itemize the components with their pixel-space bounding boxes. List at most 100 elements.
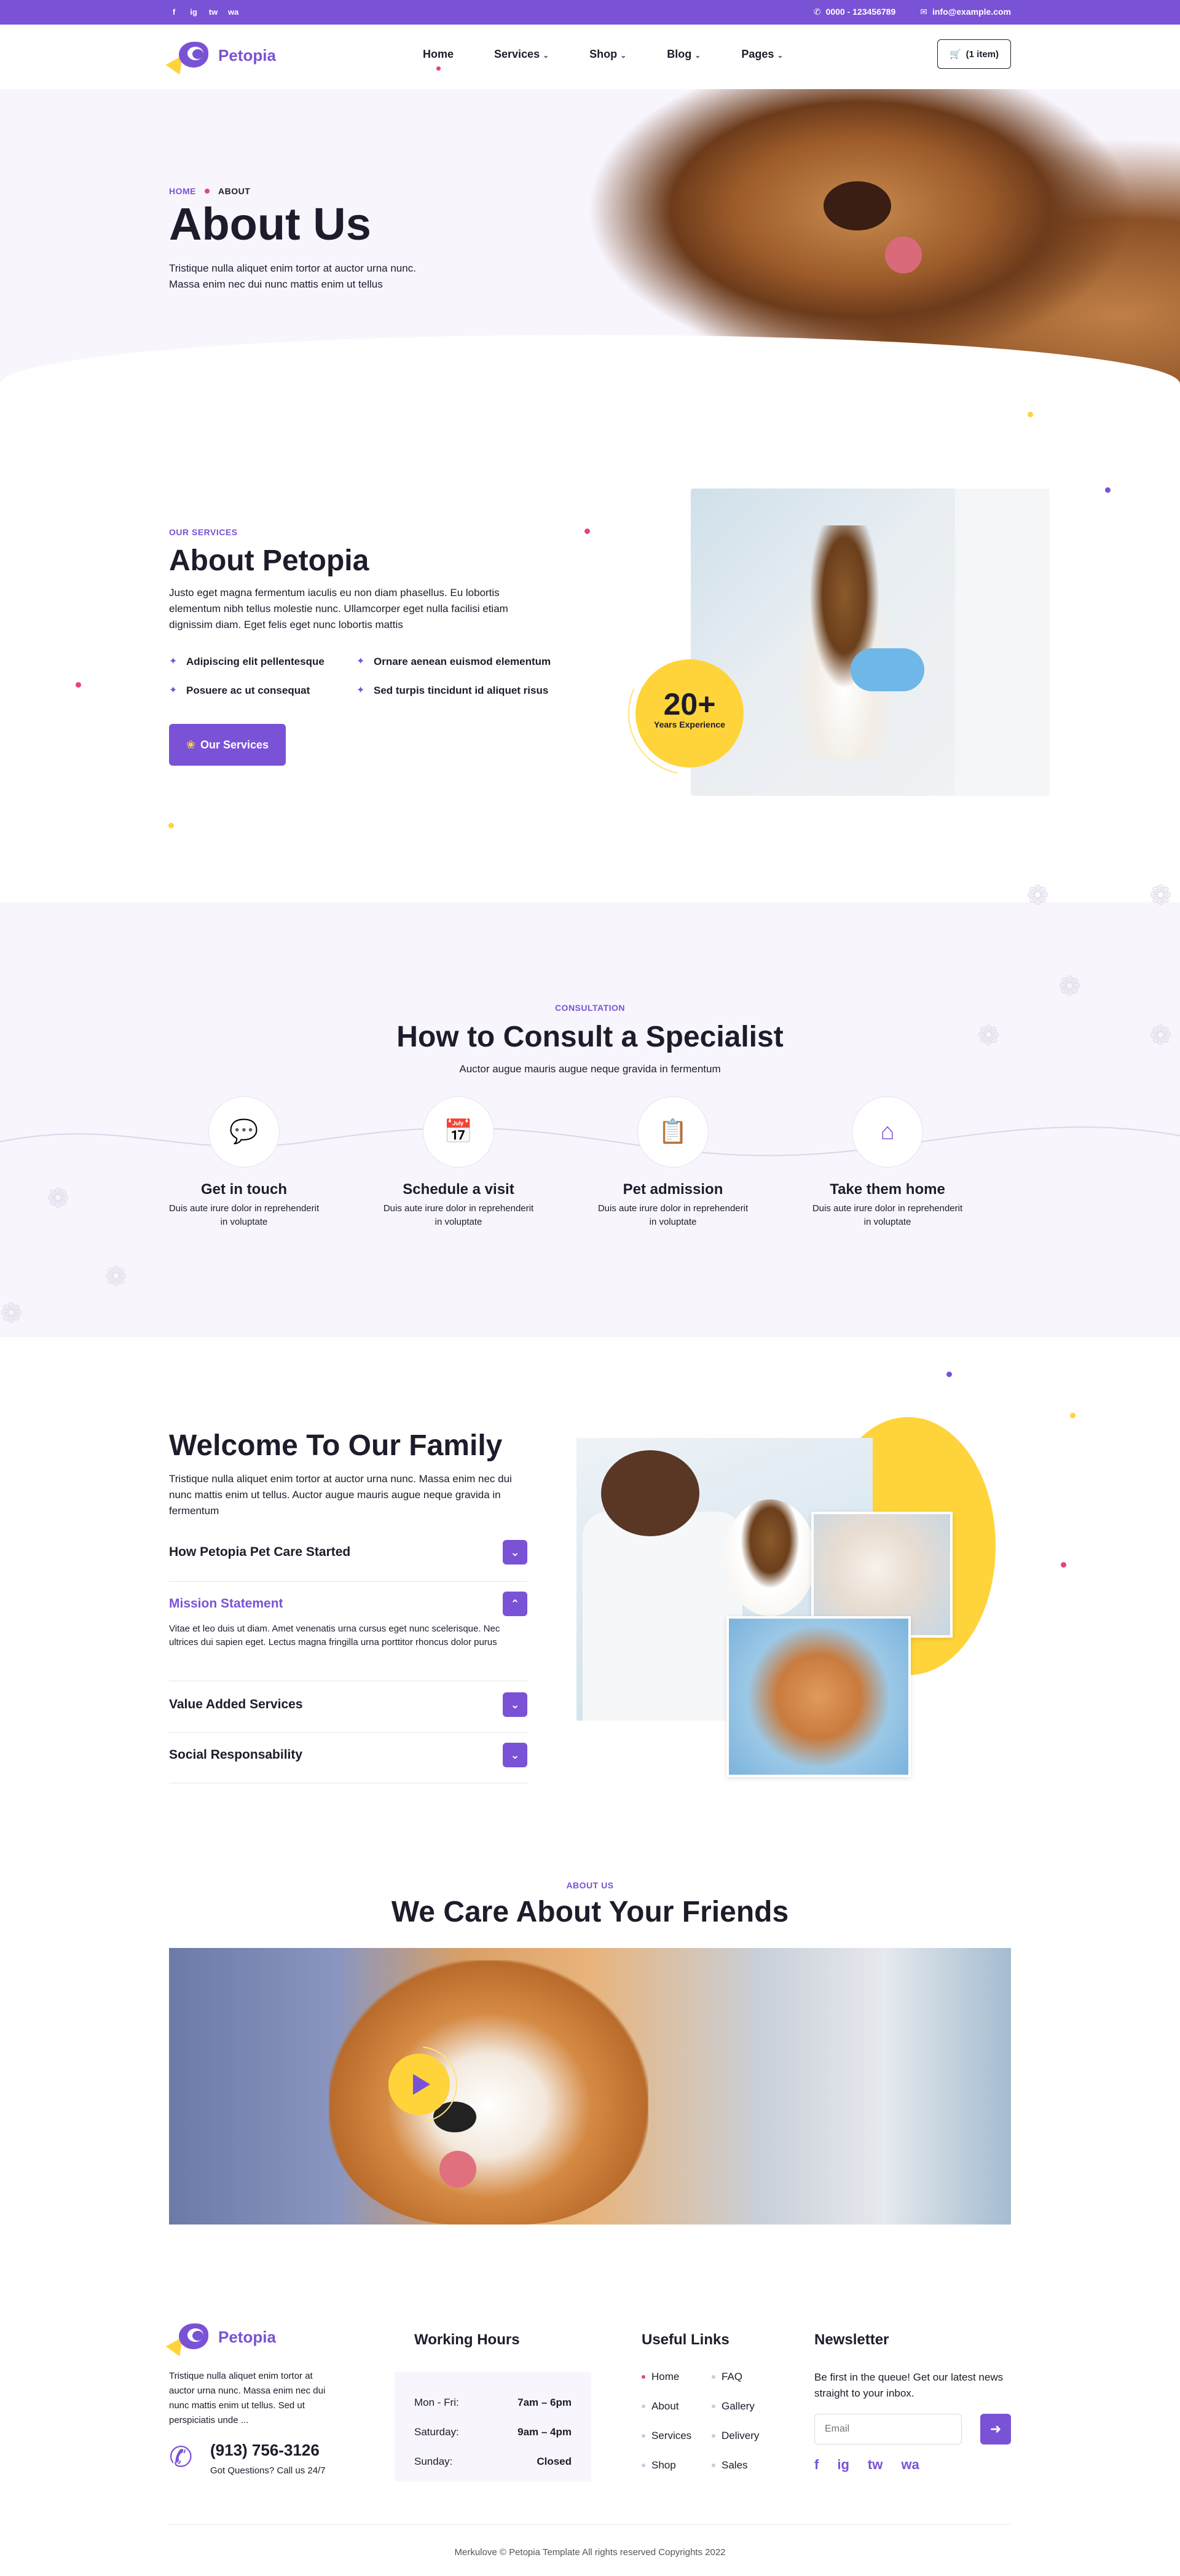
accordion-title: How Petopia Pet Care Started xyxy=(169,1545,351,1559)
play-icon xyxy=(413,2074,430,2095)
hours-time: 7am – 6pm xyxy=(517,2397,572,2408)
accordion-item[interactable]: Value Added Services ⌄ xyxy=(169,1692,527,1733)
footer-link-faq[interactable]: FAQ xyxy=(712,2371,742,2383)
topbar-email[interactable]: ✉ info@example.com xyxy=(920,7,1011,17)
bullet-dot xyxy=(712,2375,715,2379)
step-title: Pet admission xyxy=(623,1181,723,1198)
top-bar: f ig tw wa ✆ 0000 - 123456789 ✉ info@examp… xyxy=(0,0,1180,25)
instagram-icon[interactable]: ig xyxy=(837,2457,849,2473)
calendar-check-icon: 📅 xyxy=(423,1096,494,1168)
nav-pages-label: Pages xyxy=(741,48,774,60)
mail-icon: ✉ xyxy=(920,7,927,17)
paw-icon: ❁ xyxy=(1058,972,1081,1002)
footer-logo[interactable]: Petopia xyxy=(165,2320,276,2357)
video-thumbnail[interactable] xyxy=(169,1948,1011,2225)
our-services-button[interactable]: ❀ Our Services xyxy=(169,724,286,766)
facebook-icon[interactable]: f xyxy=(814,2457,819,2473)
step-text: Duis aute irure dolor in reprehenderit i… xyxy=(168,1203,320,1227)
bullet-dot xyxy=(642,2464,645,2467)
feature-label: Adipiscing elit pellentesque xyxy=(186,656,324,667)
footer-phone[interactable]: (913) 756-3126 xyxy=(210,2441,320,2460)
step-text: Duis aute irure dolor in reprehenderit i… xyxy=(812,1203,963,1227)
nav-pages[interactable]: Pages ⌄ xyxy=(741,48,783,61)
chevron-down-icon[interactable]: ⌄ xyxy=(503,1743,527,1767)
decor-dot xyxy=(1070,1413,1076,1418)
chevron-down-icon[interactable]: ⌄ xyxy=(503,1692,527,1717)
decor-dot xyxy=(168,823,174,828)
chevron-up-icon[interactable]: ⌃ xyxy=(503,1592,527,1616)
section-title: About Petopia xyxy=(169,544,369,577)
clipboard-icon: 📋 xyxy=(637,1096,709,1168)
feature-label: Sed turpis tincidunt id aliquet risus xyxy=(374,685,549,696)
chevron-down-icon: ⌄ xyxy=(543,51,549,60)
nav-services[interactable]: Services ⌄ xyxy=(494,48,549,61)
cart-label: (1 item) xyxy=(966,49,999,60)
section-tag: ABOUT US xyxy=(566,1880,614,1890)
footer-link-gallery[interactable]: Gallery xyxy=(712,2400,755,2413)
bone-icon: ✦ xyxy=(169,685,178,696)
cart-button[interactable]: 🛒 (1 item) xyxy=(937,39,1011,69)
footer-link-label: Shop xyxy=(651,2459,676,2471)
hours-row: Mon - Fri: 7am – 6pm xyxy=(414,2397,572,2409)
bone-icon: ✦ xyxy=(356,656,365,667)
play-button[interactable] xyxy=(388,2054,450,2115)
feature-label: Posuere ac ut consequat xyxy=(186,685,310,696)
nav-shop[interactable]: Shop ⌄ xyxy=(589,48,626,61)
experience-number: 20+ xyxy=(663,687,716,721)
whatsapp-icon[interactable]: wa xyxy=(901,2457,919,2473)
accordion-item[interactable]: Mission Statement ⌃ Vitae et leo duis ut … xyxy=(169,1592,527,1681)
footer-link-sales[interactable]: Sales xyxy=(712,2459,748,2472)
experience-badge: 20+ Years Experience xyxy=(635,659,744,768)
twitter-icon[interactable]: tw xyxy=(208,7,218,17)
vet-beagle-image xyxy=(691,489,1050,796)
hours-time: Closed xyxy=(537,2456,572,2467)
accordion-item[interactable]: How Petopia Pet Care Started ⌄ xyxy=(169,1540,527,1582)
topbar-phone[interactable]: ✆ 0000 - 123456789 xyxy=(814,7,895,17)
chevron-down-icon[interactable]: ⌄ xyxy=(503,1540,527,1565)
facebook-icon[interactable]: f xyxy=(169,7,179,17)
feature-label: Ornare aenean euismod elementum xyxy=(374,656,551,667)
topbar-contact: ✆ 0000 - 123456789 ✉ info@example.com xyxy=(814,7,1011,17)
hours-day: Sunday: xyxy=(414,2456,453,2467)
footer-link-shop[interactable]: Shop xyxy=(642,2459,676,2472)
footer-link-about[interactable]: About xyxy=(642,2400,678,2413)
logo-text: Petopia xyxy=(218,2327,276,2346)
footer-link-home[interactable]: Home xyxy=(642,2371,679,2383)
bullet-dot xyxy=(712,2464,715,2467)
newsletter-email-input[interactable] xyxy=(814,2414,962,2444)
whatsapp-icon[interactable]: wa xyxy=(228,7,238,17)
step-text: Duis aute irure dolor in reprehenderit i… xyxy=(597,1203,749,1227)
nav-home[interactable]: Home xyxy=(423,48,454,71)
footer-link-services[interactable]: Services xyxy=(642,2430,691,2442)
decor-dot xyxy=(946,1372,952,1377)
site-header: Petopia Home Services ⌄ Shop ⌄ Blog ⌄ Pa… xyxy=(0,25,1180,89)
logo[interactable]: Petopia xyxy=(165,38,276,75)
chevron-down-icon: ⌄ xyxy=(777,51,784,60)
instagram-icon[interactable]: ig xyxy=(189,7,199,17)
step-text: Duis aute irure dolor in reprehenderit i… xyxy=(383,1203,534,1227)
footer-link-label: Services xyxy=(651,2430,692,2441)
section-tag: CONSULTATION xyxy=(554,1003,626,1013)
bullet-dot xyxy=(642,2375,645,2379)
accordion-item[interactable]: Social Responsability ⌄ xyxy=(169,1743,527,1783)
bullet-dot xyxy=(642,2434,645,2438)
newsletter-submit-button[interactable]: ➜ xyxy=(980,2414,1011,2444)
hero-text: Tristique nulla aliquet enim tortor at a… xyxy=(169,262,416,290)
phone-icon: ✆ xyxy=(169,2441,193,2473)
nav-services-label: Services xyxy=(494,48,540,60)
breadcrumb-home[interactable]: HOME xyxy=(169,186,196,196)
chevron-down-icon: ⌄ xyxy=(694,51,701,60)
section-title: How to Consult a Specialist xyxy=(396,1021,784,1053)
accordion-title: Social Responsability xyxy=(169,1748,303,1762)
accordion-title: Mission Statement xyxy=(169,1596,283,1611)
nav-blog[interactable]: Blog ⌄ xyxy=(667,48,701,61)
footer-link-delivery[interactable]: Delivery xyxy=(712,2430,759,2442)
twitter-icon[interactable]: tw xyxy=(868,2457,883,2473)
hours-row: Sunday: Closed xyxy=(414,2456,572,2468)
logo-icon xyxy=(165,38,210,75)
bullet-dot xyxy=(642,2405,645,2408)
step-title: Take them home xyxy=(830,1181,945,1198)
paw-icon: ❁ xyxy=(47,1184,69,1214)
copyright-text: Merkulove © Petopia Template All rights … xyxy=(454,2547,726,2558)
nav-blog-label: Blog xyxy=(667,48,692,60)
